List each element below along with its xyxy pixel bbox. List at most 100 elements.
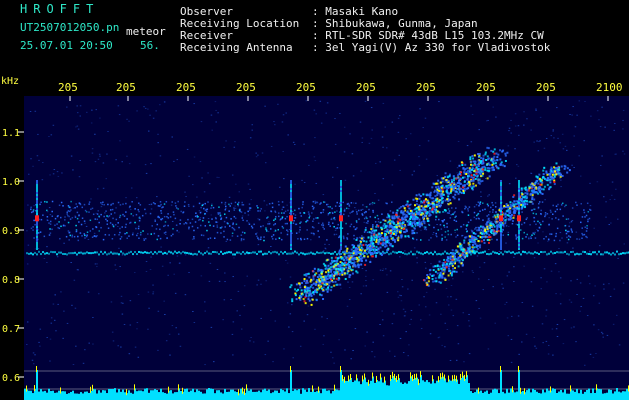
diffuse-echo bbox=[260, 238, 262, 240]
noise-speck bbox=[476, 255, 479, 257]
diffuse-echo bbox=[575, 201, 577, 204]
histogram-bar bbox=[516, 391, 518, 400]
histogram-bar bbox=[310, 391, 312, 400]
noise-speck bbox=[349, 133, 351, 135]
diffuse-echo bbox=[586, 227, 588, 230]
diffuse-echo bbox=[153, 232, 156, 235]
meteor-streak bbox=[409, 217, 412, 220]
noise-speck bbox=[193, 103, 195, 105]
diffuse-echo bbox=[389, 210, 392, 212]
histogram-bar bbox=[408, 381, 410, 400]
histogram-bar bbox=[540, 393, 542, 400]
diffuse-echo bbox=[534, 208, 536, 210]
histogram-peak bbox=[334, 384, 335, 391]
diffuse-echo bbox=[196, 227, 199, 229]
diffuse-echo bbox=[281, 216, 284, 218]
diffuse-echo bbox=[343, 209, 346, 212]
carrier-band bbox=[606, 251, 608, 254]
noise-speck bbox=[410, 310, 413, 312]
meteor-streak bbox=[475, 172, 478, 175]
noise-speck bbox=[144, 164, 147, 166]
noise-speck bbox=[243, 285, 246, 287]
noise-speck bbox=[510, 132, 512, 134]
noise-speck bbox=[234, 205, 236, 207]
meteor-ping bbox=[500, 196, 502, 198]
meteor-streak bbox=[325, 266, 328, 269]
histogram-bar bbox=[370, 380, 372, 400]
histogram-bar bbox=[74, 393, 76, 400]
diffuse-echo bbox=[331, 222, 334, 224]
histogram-peak bbox=[244, 388, 245, 395]
meteor-streak bbox=[437, 276, 440, 279]
noise-speck bbox=[145, 270, 148, 272]
diffuse-echo bbox=[441, 234, 443, 236]
meteor-streak bbox=[303, 273, 306, 276]
diffuse-echo bbox=[138, 216, 141, 218]
noise-speck bbox=[95, 212, 97, 214]
y-tick-label: 0.7 bbox=[2, 324, 20, 335]
meteor-streak bbox=[352, 246, 355, 249]
meteor-streak bbox=[290, 284, 293, 287]
noise-speck bbox=[174, 292, 177, 294]
diffuse-echo bbox=[199, 224, 202, 227]
noise-speck bbox=[70, 262, 72, 264]
carrier-band bbox=[78, 251, 80, 254]
noise-speck bbox=[152, 284, 154, 286]
histogram-bar bbox=[272, 392, 274, 400]
meteor-streak bbox=[312, 282, 315, 285]
noise-speck bbox=[179, 345, 182, 347]
noise-speck bbox=[405, 138, 407, 140]
histogram-bar bbox=[384, 380, 386, 400]
diffuse-echo bbox=[65, 235, 68, 238]
meteor-streak bbox=[492, 150, 495, 153]
meteor-streak bbox=[330, 270, 333, 273]
meteor-streak bbox=[357, 244, 360, 247]
histogram-bar bbox=[164, 392, 166, 400]
noise-speck bbox=[576, 293, 578, 295]
meteor-streak bbox=[409, 209, 412, 212]
diffuse-echo bbox=[131, 201, 133, 203]
carrier-band bbox=[234, 253, 236, 256]
diffuse-echo bbox=[538, 202, 540, 205]
diffuse-echo bbox=[466, 225, 468, 227]
meteor-ping bbox=[518, 242, 520, 244]
noise-speck bbox=[120, 346, 122, 348]
carrier-band bbox=[556, 251, 558, 254]
meteor-streak bbox=[295, 283, 298, 286]
carrier-band bbox=[186, 251, 188, 254]
diffuse-echo bbox=[60, 225, 62, 228]
meteor-streak bbox=[346, 258, 349, 261]
diffuse-echo bbox=[160, 210, 162, 212]
meteor-streak bbox=[451, 249, 454, 252]
noise-speck bbox=[52, 124, 55, 126]
diffuse-echo bbox=[355, 228, 357, 230]
noise-speck bbox=[552, 129, 555, 131]
carrier-band bbox=[28, 252, 30, 255]
diffuse-echo bbox=[159, 201, 162, 203]
diffuse-echo bbox=[107, 227, 110, 229]
histogram-bar bbox=[46, 392, 48, 400]
diffuse-echo bbox=[56, 215, 59, 218]
meteor-streak bbox=[558, 174, 561, 177]
noise-speck bbox=[157, 310, 160, 312]
histogram-bar bbox=[422, 380, 424, 400]
noise-speck bbox=[314, 328, 316, 330]
meteor-ping bbox=[290, 200, 292, 202]
meteor-streak bbox=[495, 232, 498, 235]
carrier-band bbox=[494, 251, 496, 254]
meteor-streak bbox=[566, 171, 569, 174]
diffuse-echo bbox=[32, 210, 34, 213]
meteor-streak bbox=[357, 266, 360, 269]
meteor-streak bbox=[385, 244, 388, 247]
noise-speck bbox=[516, 164, 518, 166]
diffuse-echo bbox=[420, 202, 422, 204]
meteor-streak bbox=[348, 258, 351, 261]
meteor-ping bbox=[36, 212, 38, 214]
meteor-streak bbox=[395, 214, 398, 217]
noise-speck bbox=[332, 219, 334, 221]
noise-speck bbox=[165, 340, 168, 342]
diffuse-echo bbox=[537, 220, 539, 223]
noise-speck bbox=[352, 350, 354, 352]
diffuse-echo bbox=[342, 201, 344, 204]
carrier-band bbox=[268, 250, 270, 253]
